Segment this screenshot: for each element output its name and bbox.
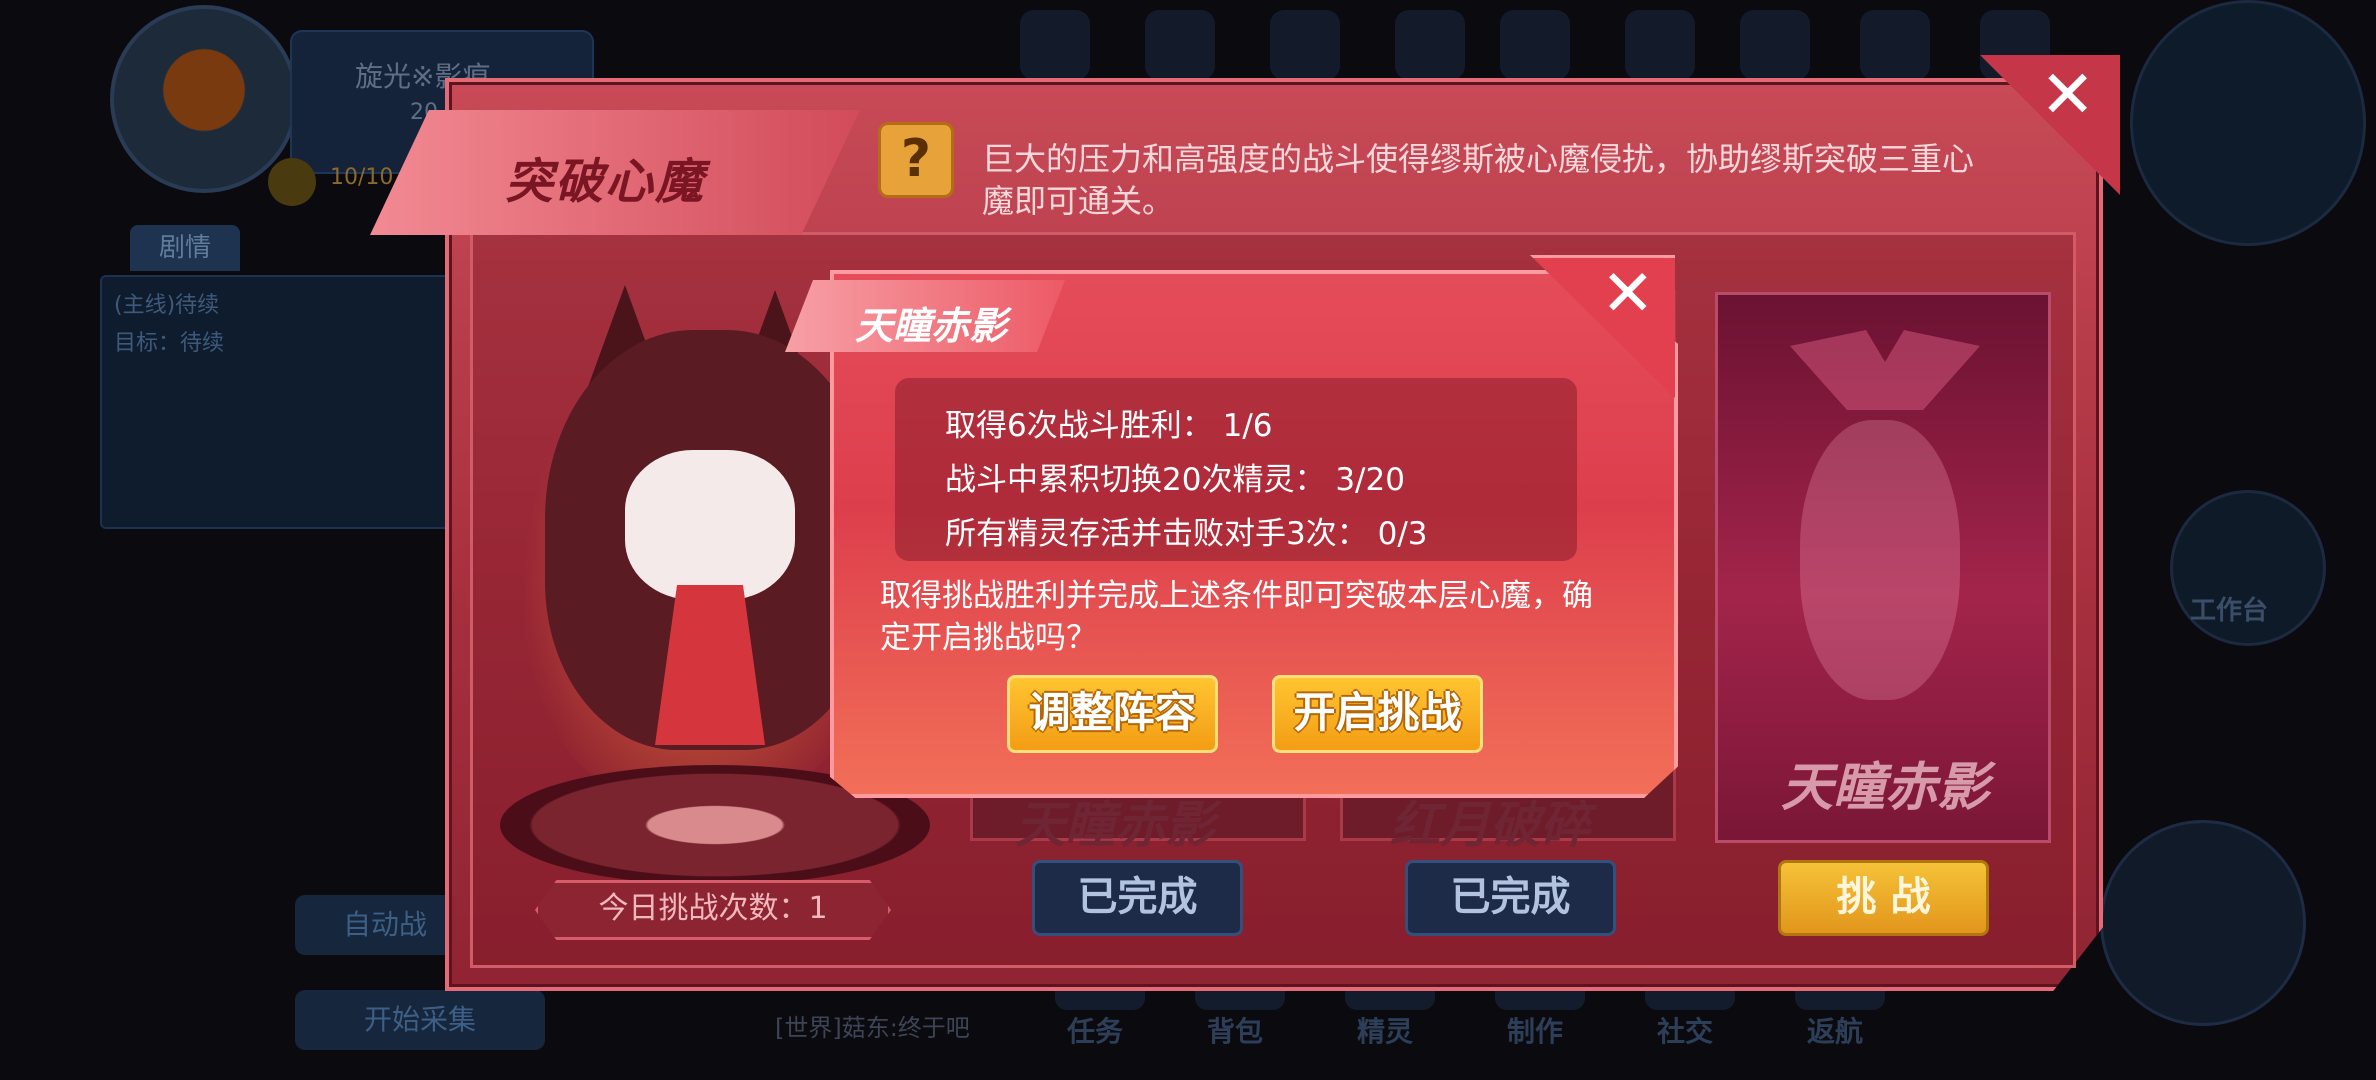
condition-text: 取得6次战斗胜利： [945, 408, 1213, 444]
event-icon[interactable] [1860, 10, 1930, 80]
event-icon[interactable] [1500, 10, 1570, 80]
challenge-button[interactable]: 挑 战 [1778, 860, 1989, 936]
panel-description: 巨大的压力和高强度的战斗使得缪斯被心魔侵扰，协助缪斯突破三重心魔即可通关。 [982, 140, 1975, 220]
interact-hand-button[interactable] [2100, 820, 2306, 1026]
event-icon[interactable] [1395, 10, 1465, 80]
condition-progress: 1/6 [1222, 408, 1273, 444]
event-icon[interactable] [1270, 10, 1340, 80]
energy-value: 10/10 [330, 165, 394, 190]
player-avatar[interactable] [110, 5, 298, 193]
adjust-team-button[interactable]: 调整阵容 [1007, 675, 1218, 753]
menu-backpack[interactable]: 背包 [1180, 1010, 1290, 1050]
boss-silhouette [1800, 420, 1960, 700]
completed-button[interactable]: 已完成 [1032, 860, 1243, 936]
event-icon[interactable] [1740, 10, 1810, 80]
menu-social[interactable]: 社交 [1630, 1010, 1740, 1050]
condition-row: 所有精灵存活并击败对手3次： 0/3 [945, 508, 1427, 553]
start-gather-button[interactable]: 开始采集 [295, 990, 545, 1050]
tab-plot[interactable]: 剧情 [130, 225, 240, 271]
event-icon[interactable] [1625, 10, 1695, 80]
task-line: (主线)待续 [114, 293, 220, 318]
condition-progress: 0/3 [1377, 516, 1428, 552]
task-panel[interactable]: (主线)待续 目标：待续 [100, 275, 464, 529]
daily-tries-label: 今日挑战次数： [598, 891, 809, 926]
close-icon[interactable]: ✕ [2040, 62, 2095, 128]
condition-text: 战斗中累积切换20次精灵： [945, 462, 1326, 498]
chat-message[interactable]: [世界]菇东:终于吧 [775, 1008, 970, 1043]
stage-card-title: 天瞳赤影 [1780, 758, 1989, 818]
workbench-label: 工作台 [2190, 596, 2269, 626]
minimap[interactable] [2130, 0, 2366, 246]
menu-spirit[interactable]: 精灵 [1330, 1010, 1440, 1050]
help-button[interactable]: ? [878, 122, 954, 198]
condition-row: 取得6次战斗胜利： 1/6 [945, 400, 1272, 445]
event-icon[interactable] [1145, 10, 1215, 80]
daily-tries: 今日挑战次数：1 [535, 880, 891, 940]
menu-craft[interactable]: 制作 [1480, 1010, 1590, 1050]
energy-icon [268, 158, 316, 206]
task-line: 目标：待续 [114, 331, 225, 356]
start-challenge-button[interactable]: 开启挑战 [1272, 675, 1483, 753]
menu-task[interactable]: 任务 [1040, 1010, 1150, 1050]
daily-tries-value: 1 [808, 891, 828, 926]
completed-button[interactable]: 已完成 [1405, 860, 1616, 936]
confirm-text: 取得挑战胜利并完成上述条件即可突破本层心魔，确定开启挑战吗？ [880, 578, 1593, 656]
menu-return[interactable]: 返航 [1780, 1010, 1890, 1050]
close-icon[interactable]: ✕ [1601, 262, 1655, 326]
condition-progress: 3/20 [1335, 462, 1405, 498]
panel-title: 突破心魔 [505, 154, 706, 210]
condition-row: 战斗中累积切换20次精灵： 3/20 [945, 454, 1405, 499]
dialog-title: 天瞳赤影 [855, 304, 1008, 348]
character-face [625, 450, 795, 600]
condition-text: 所有精灵存活并击败对手3次： [945, 516, 1368, 552]
event-icon[interactable] [1020, 10, 1090, 80]
